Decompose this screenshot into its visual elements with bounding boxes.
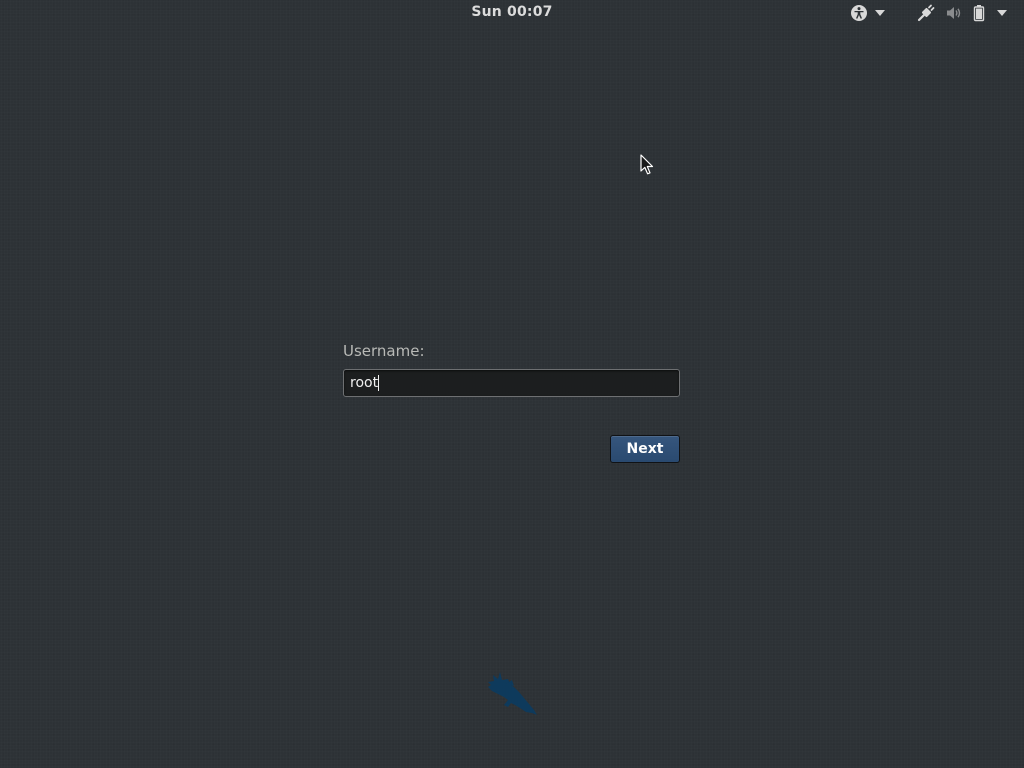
- kali-dragon-logo-icon: [484, 670, 540, 726]
- chevron-down-icon: [874, 10, 885, 16]
- username-prompt-label: Username:: [343, 342, 425, 360]
- top-bar: Sun 00:07: [0, 0, 1024, 26]
- clock-button[interactable]: Sun 00:07: [465, 4, 558, 20]
- text-caret: [378, 375, 380, 391]
- accessibility-menu[interactable]: [845, 3, 889, 23]
- battery-icon: [973, 4, 985, 22]
- system-menu[interactable]: [912, 3, 1012, 23]
- next-button[interactable]: Next: [610, 435, 680, 463]
- mouse-pointer-icon: [640, 154, 654, 180]
- accessibility-icon: [850, 4, 868, 22]
- username-field-text: root: [350, 375, 379, 391]
- network-wired-icon: [917, 4, 935, 22]
- username-field[interactable]: root: [343, 369, 680, 397]
- login-dialog: Username: root Next: [343, 340, 680, 463]
- chevron-down-icon: [997, 10, 1007, 16]
- volume-icon: [945, 4, 963, 22]
